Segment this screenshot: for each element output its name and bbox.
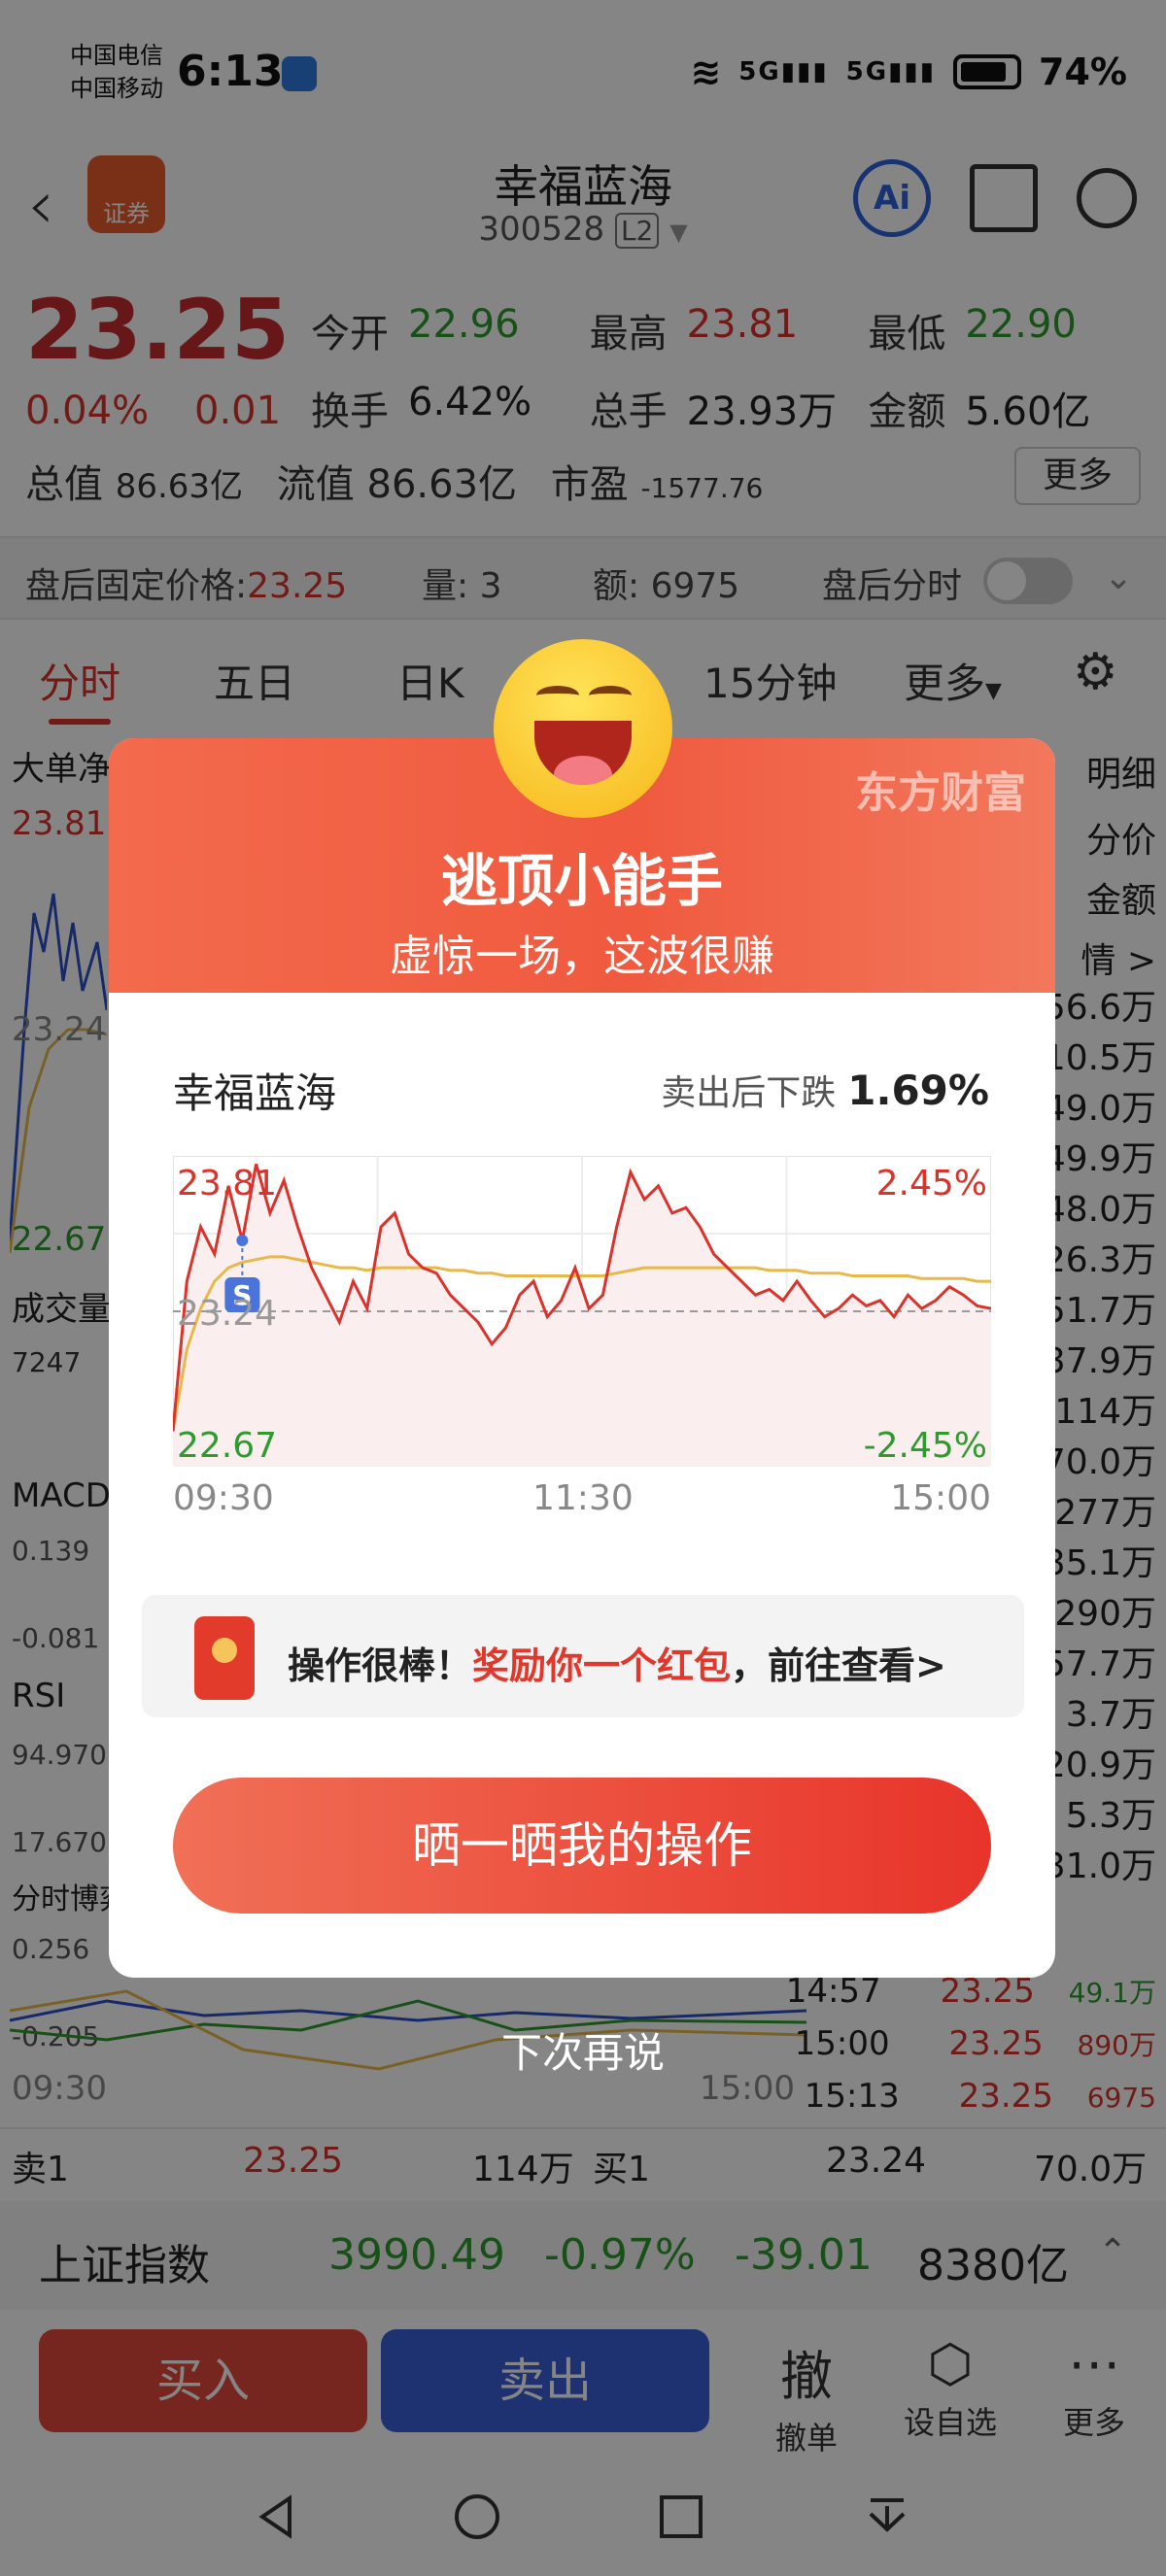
y-tick-pct-high: 2.45% bbox=[876, 1164, 987, 1203]
x-tick-label: 11:30 bbox=[532, 1478, 634, 1518]
x-tick-label: 15:00 bbox=[890, 1478, 991, 1518]
modal-title: 逃顶小能手 bbox=[440, 848, 723, 914]
red-packet-banner[interactable]: 操作很棒！奖励你一个红包，前往查看> bbox=[142, 1595, 1024, 1717]
laughing-emoji-icon bbox=[494, 639, 672, 818]
achievement-modal: 东方财富 逃顶小能手 虚惊一场，这波很赚 幸福蓝海 卖出后下跌 1.69% S 23… bbox=[109, 738, 1055, 1978]
red-envelope-icon bbox=[194, 1616, 255, 1700]
reward-text: 操作很棒！奖励你一个红包，前往查看> bbox=[288, 1644, 946, 1687]
modal-subtitle: 虚惊一场，这波很赚 bbox=[390, 932, 774, 981]
y-tick-mid: 23.24 bbox=[177, 1294, 277, 1334]
y-tick-low: 22.67 bbox=[177, 1426, 277, 1466]
share-operation-button[interactable]: 晒一晒我的操作 bbox=[173, 1778, 991, 1914]
y-tick-high: 23.81 bbox=[177, 1164, 277, 1203]
dismiss-link[interactable]: 下次再说 bbox=[0, 2020, 1166, 2080]
x-tick-label: 09:30 bbox=[173, 1478, 274, 1518]
drop-after-sell: 卖出后下跌 1.69% bbox=[661, 1067, 989, 1114]
modal-stock-name: 幸福蓝海 bbox=[173, 1069, 337, 1117]
intraday-chart: S23.8123.2422.672.45%-2.45% bbox=[173, 1156, 991, 1467]
brand-logo: 东方财富 bbox=[855, 768, 1026, 818]
y-tick-pct-low: -2.45% bbox=[864, 1426, 987, 1466]
